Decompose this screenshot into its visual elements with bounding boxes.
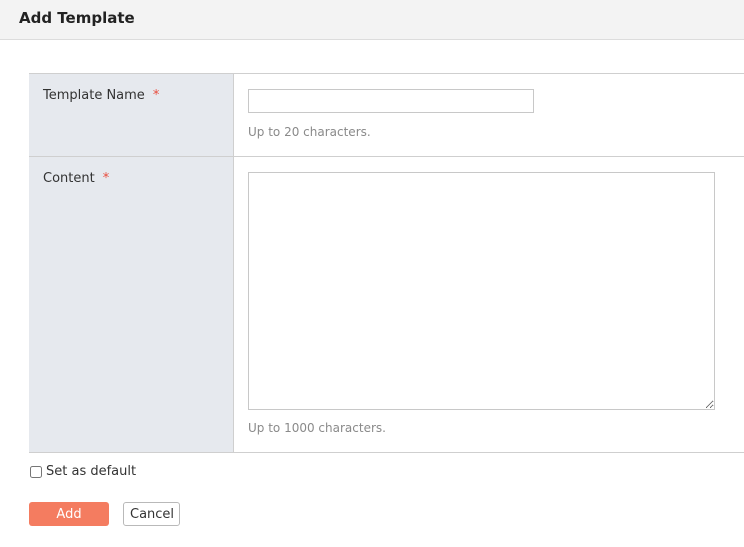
set-default-label: Set as default [46,464,137,479]
content-label-group: Content * [43,171,109,186]
template-name-hint: Up to 20 characters. [248,125,371,139]
template-name-value-cell: Up to 20 characters. [234,74,744,156]
template-form: Template Name * Up to 20 characters. Cont… [29,73,744,453]
content-textarea[interactable] [248,172,715,410]
template-name-label-cell: Template Name * [29,74,234,156]
required-mark: * [102,171,110,186]
dialog-header: Add Template [0,0,744,40]
template-name-row: Template Name * Up to 20 characters. [29,74,744,157]
page-title: Add Template [19,9,135,27]
add-button[interactable]: Add [29,502,109,526]
content-value-cell: Up to 1000 characters. [234,157,744,452]
content-hint: Up to 1000 characters. [248,421,386,435]
content-row: Content * Up to 1000 characters. [29,157,744,453]
content-label-cell: Content * [29,157,234,452]
set-default-option[interactable]: Set as default [29,464,136,479]
required-mark: * [152,88,160,103]
content-label: Content [43,171,95,186]
cancel-button[interactable]: Cancel [123,502,180,526]
template-name-label-group: Template Name * [43,88,159,103]
set-default-checkbox[interactable] [30,465,42,478]
template-name-label: Template Name [43,88,145,103]
template-name-input[interactable] [248,89,534,113]
